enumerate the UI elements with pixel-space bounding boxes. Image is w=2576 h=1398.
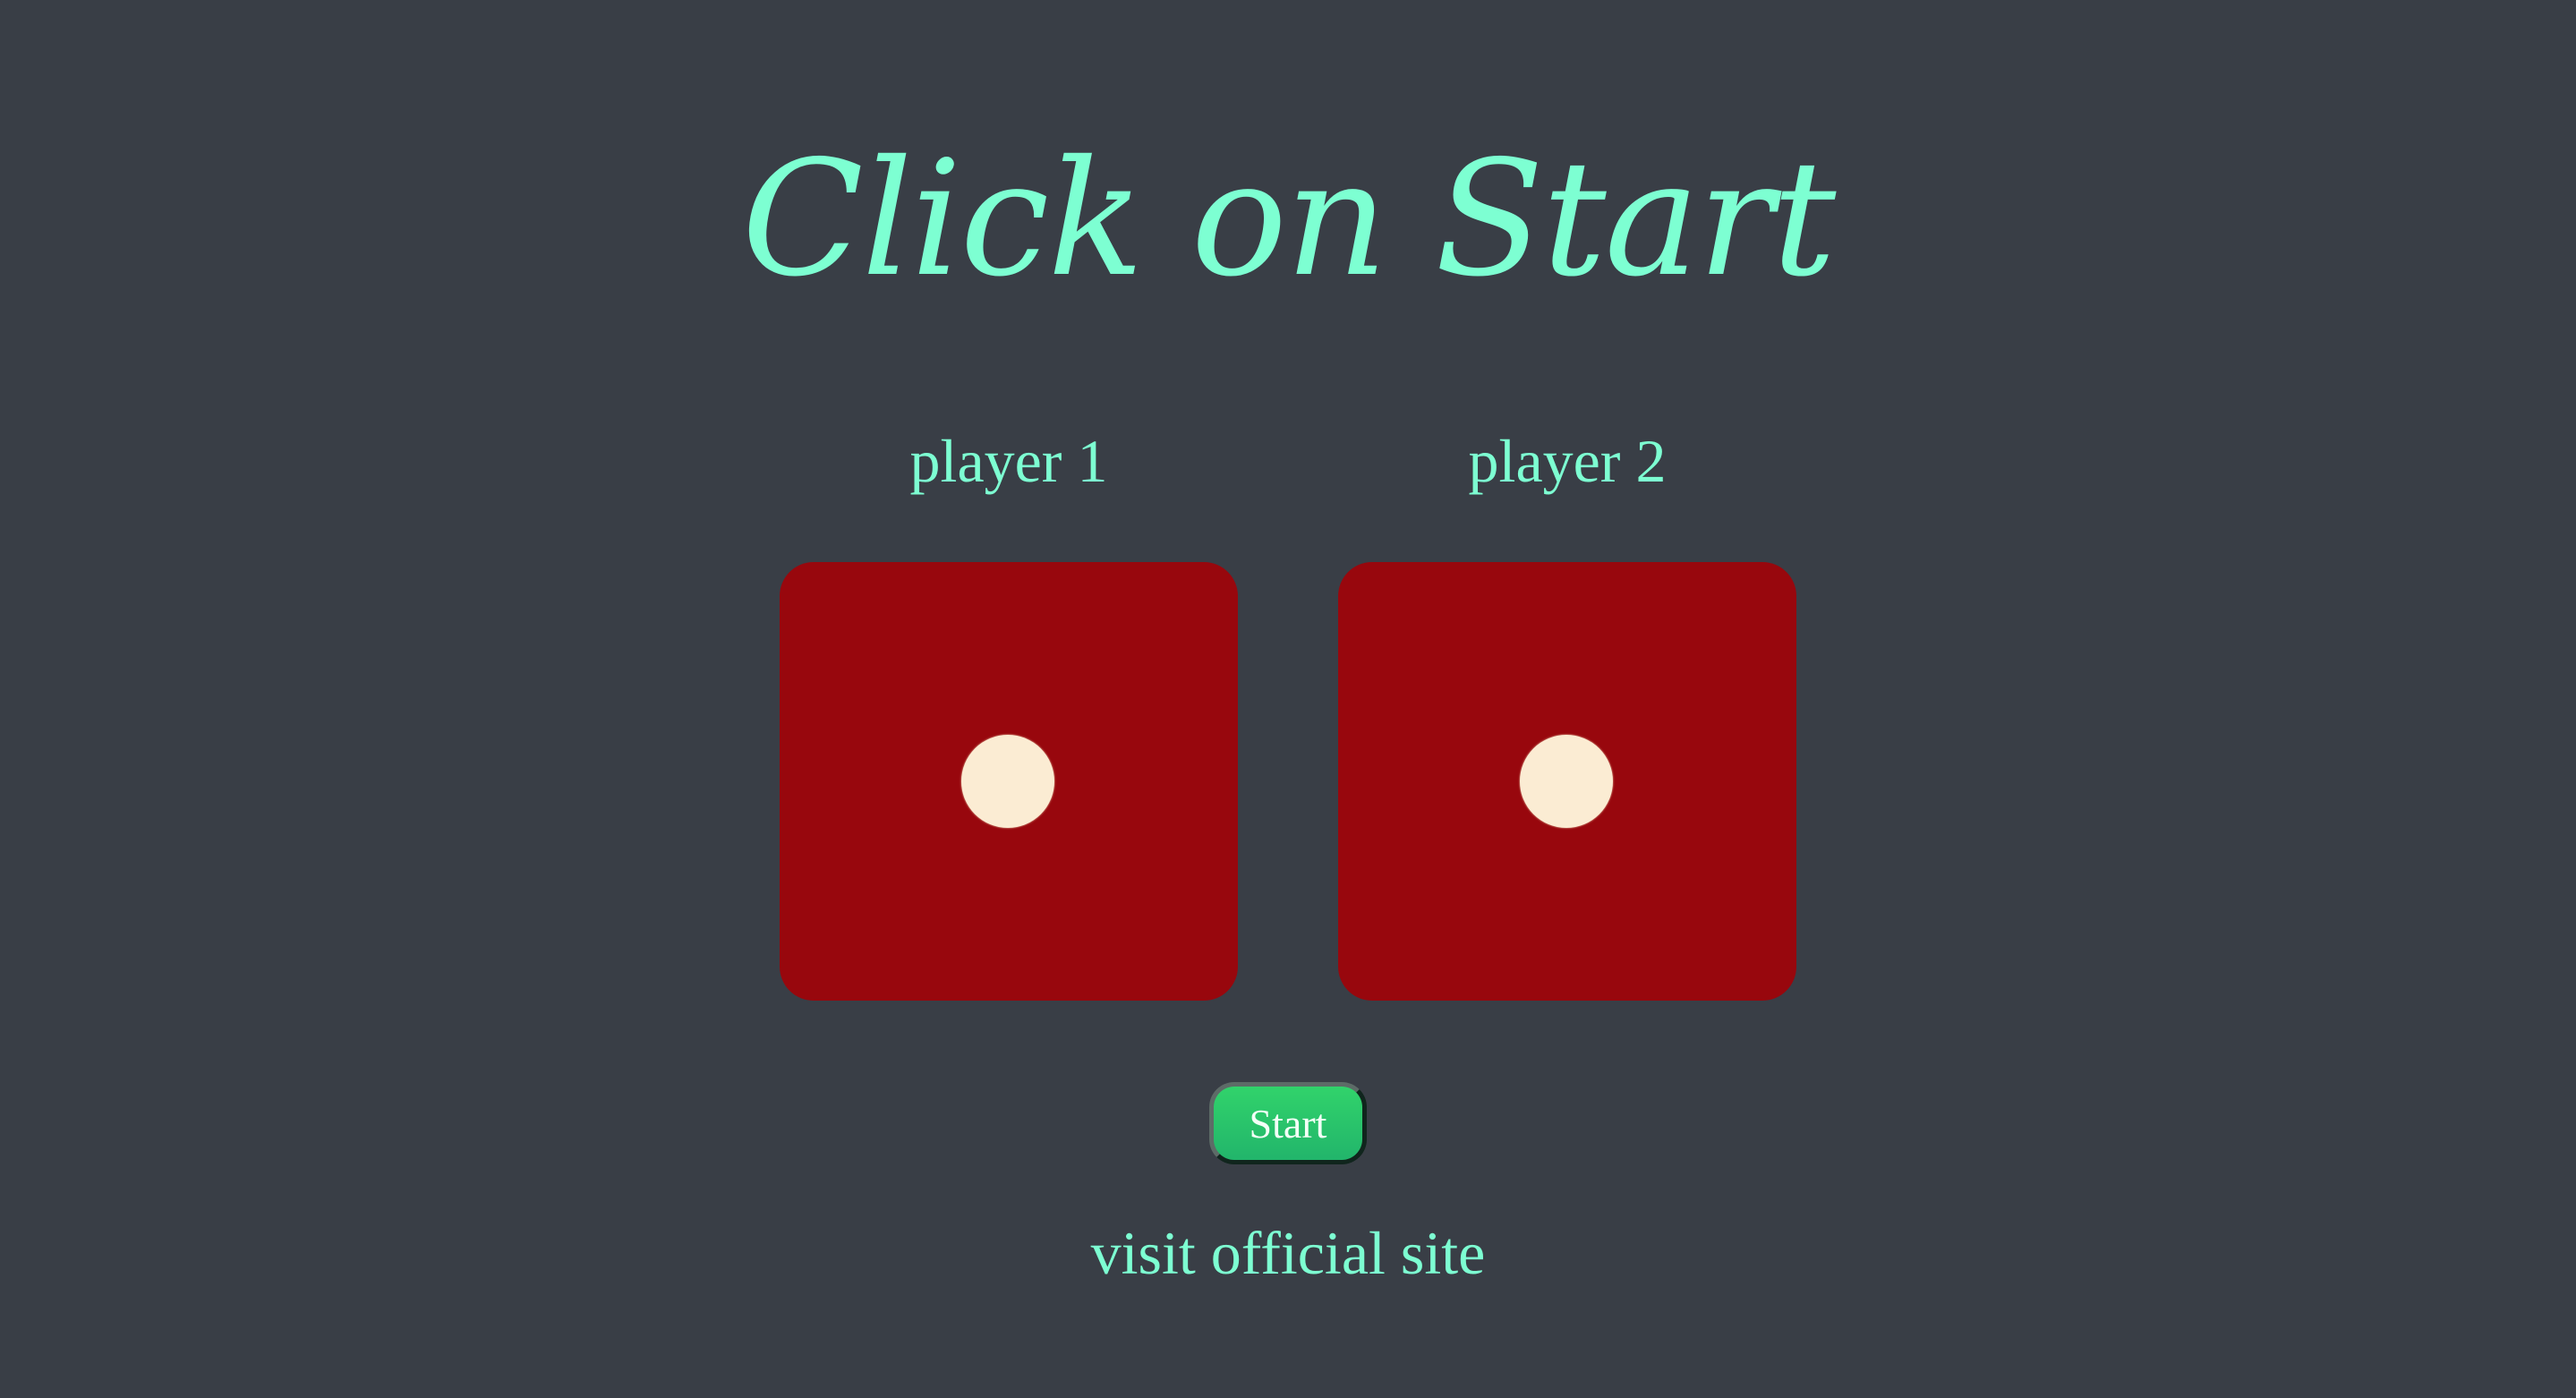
page-title: Click on Start [741,126,1837,311]
die-pip [961,735,1054,828]
official-site-link[interactable]: visit official site [0,1213,2576,1293]
die-pip [1520,735,1613,828]
start-button[interactable]: Start [1209,1082,1367,1164]
player-1-die [780,562,1238,1001]
player-2-die [1338,562,1796,1001]
player-1-label: player 1 [909,427,1108,495]
player-2-label: player 2 [1468,427,1667,495]
